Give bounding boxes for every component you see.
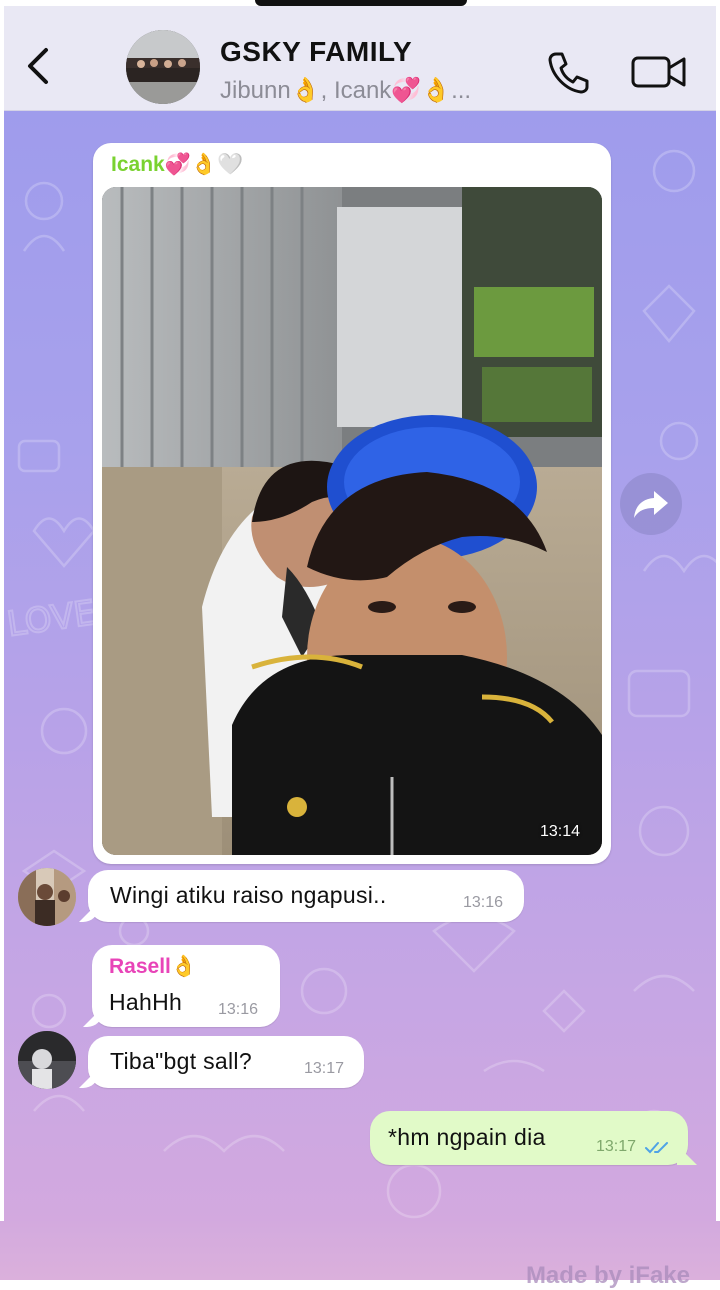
call-button[interactable] <box>544 48 592 96</box>
chevron-left-icon <box>28 48 48 84</box>
message-text: Wingi atiku raiso ngapusi.. <box>110 882 387 908</box>
message-text: Tiba"bgt sall? <box>110 1048 252 1074</box>
chat-title[interactable]: GSKY FAMILY <box>220 36 412 68</box>
message-text: HahHh <box>109 989 183 1015</box>
message-bubble-outgoing[interactable]: *hm ngpain dia 13:17 <box>370 1111 688 1165</box>
phone-screen: GSKY FAMILY Jibunn👌, Icank💞👌... LOVE Ica… <box>0 0 720 1289</box>
chat-header: GSKY FAMILY Jibunn👌, Icank💞👌... <box>4 6 716 111</box>
back-button[interactable] <box>22 46 56 86</box>
svg-text:LOVE: LOVE <box>5 593 98 645</box>
watermark: Made by iFake <box>525 1262 690 1289</box>
video-call-button[interactable] <box>630 50 688 94</box>
sender-avatar[interactable] <box>18 868 76 926</box>
message-time: 13:17 <box>304 1060 345 1077</box>
group-avatar[interactable] <box>126 30 200 104</box>
message-time: 13:16 <box>463 894 504 911</box>
photo-message[interactable]: Icank💞👌🤍 13:14 <box>93 143 611 864</box>
chat-area[interactable]: LOVE Icank💞👌🤍 13:14 Wingi atiku raiso ng… <box>4 111 716 1221</box>
phone-icon <box>548 52 589 94</box>
video-camera-icon <box>631 56 686 88</box>
message-bubble[interactable]: Rasell👌 HahHh 13:16 <box>92 945 280 1027</box>
message-time: 13:17 <box>596 1138 637 1155</box>
message-bubble[interactable]: Tiba"bgt sall? 13:17 <box>88 1036 364 1088</box>
forward-button[interactable] <box>620 473 682 535</box>
sender-name[interactable]: Rasell👌 <box>109 955 197 979</box>
photo-timestamp: 13:14 <box>539 823 580 840</box>
message-time: 13:16 <box>218 1001 259 1018</box>
message-text: *hm ngpain dia <box>388 1124 546 1150</box>
forward-arrow-icon <box>634 491 668 518</box>
read-receipt-icon <box>645 1142 668 1154</box>
sender-name[interactable]: Icank💞👌🤍 <box>111 153 243 177</box>
sender-avatar[interactable] <box>18 1031 76 1089</box>
chat-members[interactable]: Jibunn👌, Icank💞👌... <box>220 76 471 105</box>
message-bubble[interactable]: Wingi atiku raiso ngapusi.. 13:16 <box>88 870 524 922</box>
shared-photo[interactable]: 13:14 <box>102 187 602 855</box>
